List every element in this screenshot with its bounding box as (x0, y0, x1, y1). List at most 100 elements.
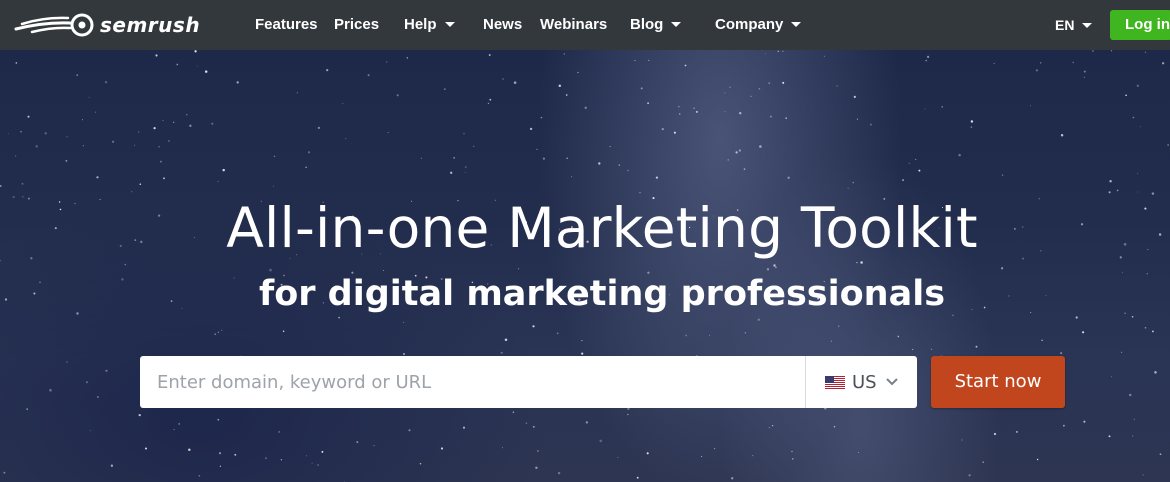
star (744, 332, 746, 334)
star (1060, 352, 1063, 355)
star (1136, 84, 1139, 87)
star (823, 55, 825, 57)
star (464, 172, 466, 174)
star (993, 432, 997, 436)
star (176, 63, 179, 66)
star (144, 447, 148, 450)
star (830, 340, 832, 342)
star (463, 132, 465, 135)
star (472, 145, 475, 148)
nav-item-features[interactable]: Features (255, 0, 318, 50)
star (860, 261, 863, 264)
star (1000, 267, 1004, 270)
star (924, 108, 926, 110)
star (462, 426, 466, 429)
star (1082, 331, 1085, 334)
star (453, 157, 455, 159)
star (930, 348, 932, 350)
star (566, 157, 568, 160)
star (1060, 133, 1064, 137)
star (1132, 116, 1135, 119)
nav-item-webinars[interactable]: Webinars (540, 0, 607, 50)
star (317, 126, 321, 130)
nav-item-blog[interactable]: Blog (630, 0, 682, 50)
star (502, 78, 504, 80)
chevron-down-icon (1082, 22, 1093, 28)
country-selector[interactable]: US (806, 356, 917, 408)
star (1041, 339, 1043, 342)
star (464, 166, 467, 168)
star (1108, 191, 1111, 194)
star (35, 145, 38, 148)
star (852, 181, 855, 184)
start-now-button[interactable]: Start now (931, 356, 1065, 408)
star (403, 321, 405, 323)
star (338, 316, 340, 319)
star (581, 339, 583, 342)
chevron-down-icon (791, 21, 802, 27)
star (655, 176, 659, 179)
nav-item-prices[interactable]: Prices (334, 0, 379, 50)
star (317, 464, 319, 466)
star (211, 122, 214, 125)
star (678, 105, 680, 108)
star (373, 445, 375, 447)
star (869, 123, 872, 126)
star (403, 353, 405, 355)
us-flag-icon (825, 375, 845, 389)
star (138, 131, 140, 133)
star (76, 74, 78, 76)
star (925, 59, 928, 62)
star (82, 119, 83, 121)
nav-item-label: News (483, 16, 523, 33)
top-navigation-bar: semrush Features Prices Help News Webina… (0, 0, 1170, 50)
nav-item-label: Prices (334, 16, 380, 33)
chevron-down-icon (885, 378, 898, 386)
star (219, 465, 222, 467)
nav-item-label: Webinars (540, 16, 608, 33)
star (581, 352, 584, 355)
star (599, 439, 602, 443)
brand-logo[interactable]: semrush (14, 12, 200, 38)
star (217, 331, 220, 333)
star (571, 176, 573, 178)
star (661, 127, 664, 131)
star (627, 169, 629, 172)
star (111, 140, 115, 143)
star (563, 53, 565, 55)
star (0, 184, 2, 188)
star (701, 455, 703, 457)
star (727, 159, 729, 161)
search-input[interactable] (140, 356, 805, 408)
login-button[interactable]: Log in (1110, 10, 1170, 40)
star (708, 334, 710, 336)
star (489, 98, 492, 101)
star (525, 422, 528, 425)
star (217, 180, 219, 182)
star (1072, 61, 1074, 64)
nav-item-company[interactable]: Company (715, 0, 802, 50)
star (529, 127, 533, 131)
star (918, 169, 921, 172)
nav-item-news[interactable]: News (483, 0, 522, 50)
star (735, 151, 738, 154)
star (557, 471, 561, 475)
language-selector[interactable]: EN (1055, 0, 1093, 50)
star (912, 348, 914, 350)
star (159, 160, 162, 163)
star (627, 407, 630, 411)
star (1036, 458, 1039, 461)
country-code: US (852, 371, 877, 393)
star (1159, 453, 1162, 456)
star (636, 476, 639, 479)
star (535, 466, 538, 469)
nav-item-help[interactable]: Help (404, 0, 455, 50)
star (777, 50, 780, 53)
star (1002, 174, 1004, 176)
star (95, 111, 97, 113)
nav-item-label: Company (715, 16, 784, 33)
star (1133, 418, 1135, 420)
star (65, 160, 68, 162)
star (759, 145, 762, 148)
star (565, 94, 568, 96)
